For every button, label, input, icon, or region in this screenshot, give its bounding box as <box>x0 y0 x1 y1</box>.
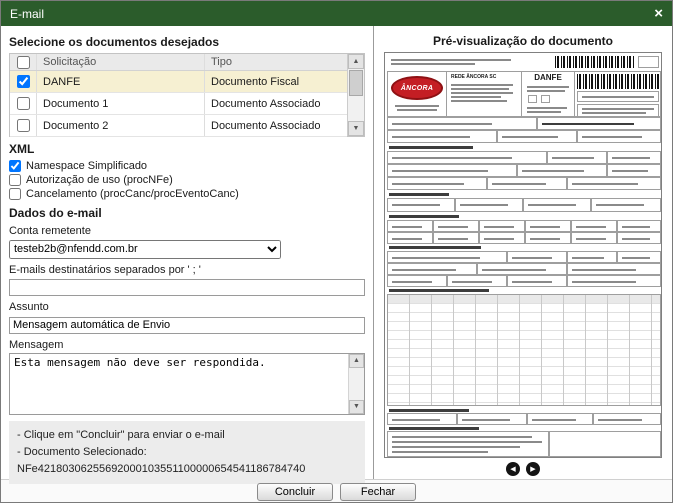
xml-option-label: Namespace Simplificado <box>26 160 147 172</box>
message-scrollbar[interactable]: ▲ ▼ <box>348 354 364 414</box>
xml-option-cancelamento[interactable]: Cancelamento (procCanc/procEventoCanc) <box>9 188 365 200</box>
table-row-documento-1[interactable]: Documento 1 Documento Associado <box>10 93 347 115</box>
row-checkbox-cell <box>10 115 37 136</box>
row-name: Documento 1 <box>37 93 205 114</box>
company-name: REDE ÂNCORA SC <box>451 74 496 80</box>
xml-option-label: Autorização de uso (procNFe) <box>26 174 173 186</box>
select-all-checkbox[interactable] <box>17 56 30 69</box>
barcode-small-icon <box>555 56 635 68</box>
row-name: Documento 2 <box>37 115 205 136</box>
scroll-down-icon[interactable]: ▼ <box>348 121 364 136</box>
xml-heading: XML <box>9 142 365 156</box>
ancora-logo: ÂNCORA <box>391 76 443 100</box>
autorizacao-checkbox[interactable] <box>9 174 21 186</box>
xml-option-label: Cancelamento (procCanc/procEventoCanc) <box>26 188 239 200</box>
message-area: Esta mensagem não deve ser respondida. ▲… <box>9 353 365 415</box>
fechar-button[interactable]: Fechar <box>340 483 416 501</box>
info-line-1: - Clique em "Concluir" para enviar o e-m… <box>17 427 357 444</box>
column-header-tipo: Tipo <box>205 56 347 68</box>
dialog-body: Selecione os documentos desejados Solici… <box>1 26 672 479</box>
cancelamento-checkbox[interactable] <box>9 188 21 200</box>
sender-label: Conta remetente <box>9 225 365 237</box>
scroll-up-icon[interactable]: ▲ <box>349 354 364 368</box>
row-name: DANFE <box>37 71 205 92</box>
recipients-label: E-mails destinatários separados por ' ; … <box>9 264 365 276</box>
danfe-title: DANFE <box>521 73 575 82</box>
scroll-up-icon[interactable]: ▲ <box>348 54 364 69</box>
info-box: - Clique em "Concluir" para enviar o e-m… <box>9 421 365 484</box>
table-scrollbar[interactable]: ▲ ▼ <box>347 54 364 136</box>
message-label: Mensagem <box>9 339 365 351</box>
row-type: Documento Associado <box>205 98 347 110</box>
row-type: Documento Fiscal <box>205 76 347 88</box>
message-textarea[interactable]: Esta mensagem não deve ser respondida. <box>9 353 365 415</box>
email-dialog: E-mail × Selecione os documentos desejad… <box>0 0 673 503</box>
row-type: Documento Associado <box>205 120 347 132</box>
subject-input[interactable] <box>9 317 365 334</box>
documento-1-checkbox[interactable] <box>17 97 30 110</box>
row-checkbox-cell <box>10 93 37 114</box>
preview-panel: Pré-visualização do documento ÂNCORA RED… <box>374 26 672 479</box>
preview-pager: ◀ ▶ <box>506 462 540 476</box>
previous-page-button[interactable]: ◀ <box>506 462 520 476</box>
scroll-down-icon[interactable]: ▼ <box>349 400 364 414</box>
column-header-solicitacao: Solicitação <box>37 54 205 70</box>
table-row-documento-2[interactable]: Documento 2 Documento Associado <box>10 115 347 137</box>
xml-option-autorizacao[interactable]: Autorização de uso (procNFe) <box>9 174 365 186</box>
recipients-input[interactable] <box>9 279 365 296</box>
dialog-titlebar: E-mail × <box>1 1 672 26</box>
danfe-checkbox[interactable] <box>17 75 30 88</box>
subject-label: Assunto <box>9 301 365 313</box>
dialog-title: E-mail <box>10 7 654 21</box>
documento-2-checkbox[interactable] <box>17 119 30 132</box>
documents-table: Solicitação Tipo DANFE Documento Fiscal … <box>9 53 365 137</box>
document-preview: ÂNCORA REDE ÂNCORA SC DANFE <box>384 52 662 458</box>
preview-heading: Pré-visualização do documento <box>378 34 668 48</box>
xml-option-namespace[interactable]: Namespace Simplificado <box>9 160 365 172</box>
email-data-heading: Dados do e-mail <box>9 206 365 220</box>
barcode-main-icon <box>577 74 659 89</box>
documents-table-header: Solicitação Tipo <box>10 54 347 71</box>
header-checkbox-cell <box>10 54 37 70</box>
table-row-danfe[interactable]: DANFE Documento Fiscal <box>10 71 347 93</box>
products-grid <box>387 294 661 406</box>
selected-document-key: NFe4218030625569200010355110000065454118… <box>17 461 357 478</box>
sender-select[interactable]: testeb2b@nfendd.com.br <box>9 240 281 259</box>
documents-heading: Selecione os documentos desejados <box>9 35 365 49</box>
row-checkbox-cell <box>10 71 37 92</box>
info-line-2: - Documento Selecionado: <box>17 444 357 461</box>
scrollbar-thumb[interactable] <box>349 70 363 96</box>
left-panel: Selecione os documentos desejados Solici… <box>1 26 374 479</box>
close-icon[interactable]: × <box>654 6 663 21</box>
concluir-button[interactable]: Concluir <box>257 483 333 501</box>
namespace-checkbox[interactable] <box>9 160 21 172</box>
next-page-button[interactable]: ▶ <box>526 462 540 476</box>
